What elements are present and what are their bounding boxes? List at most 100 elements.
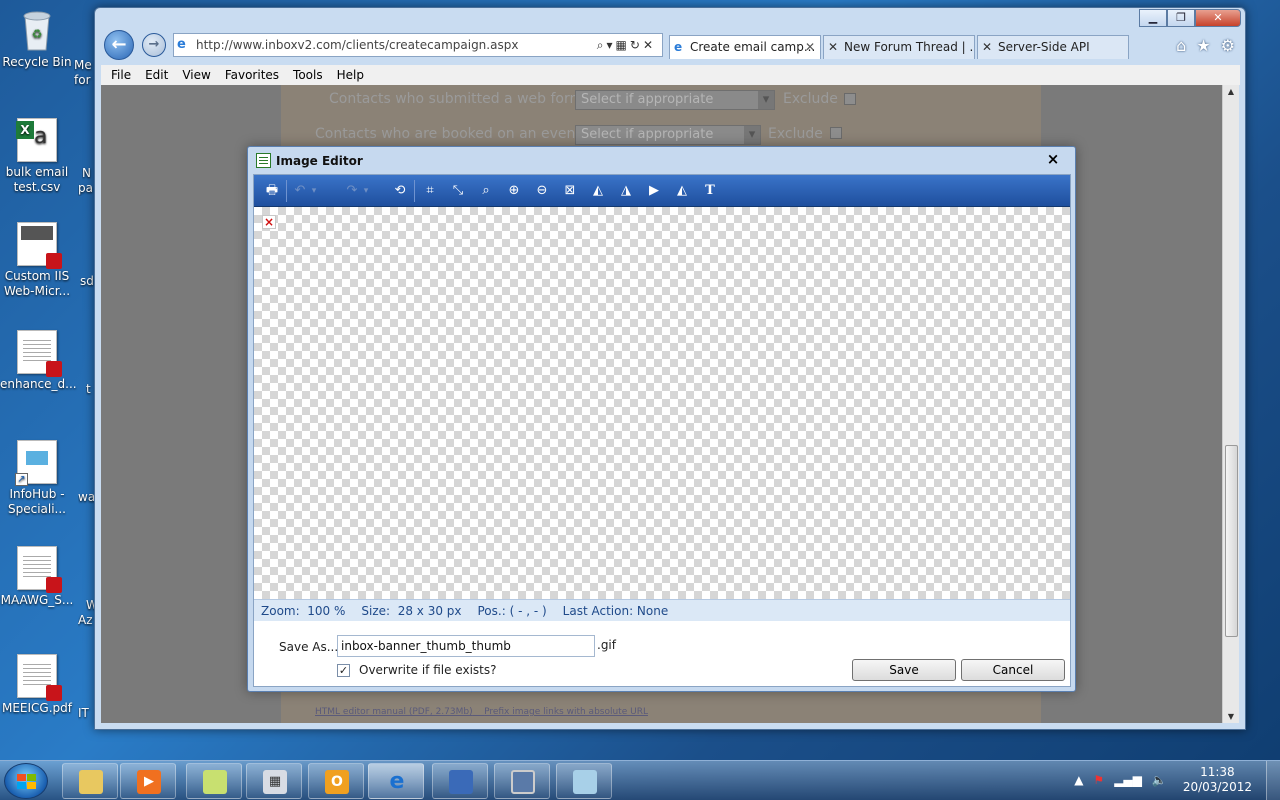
desktop-icon-label: bulk email test.csv	[5, 165, 69, 194]
cancel-button[interactable]: Cancel	[961, 659, 1065, 681]
save-as-label: Save As...	[279, 640, 339, 654]
flip-vertical-icon[interactable]: ◭	[672, 181, 692, 201]
menu-edit[interactable]: Edit	[145, 65, 168, 85]
desktop-icon-bulk-email-csv[interactable]: X a bulk email test.csv	[0, 118, 74, 195]
clock[interactable]: 11:38 20/03/2012	[1183, 765, 1252, 795]
exclude-web-form-checkbox[interactable]	[844, 93, 856, 105]
save-button[interactable]: Save	[852, 659, 956, 681]
redo-dropdown-icon: ▾	[363, 186, 369, 196]
scroll-up-arrow-icon[interactable]: ▲	[1223, 87, 1239, 96]
dropdown-icon[interactable]: ▾	[607, 38, 616, 52]
show-desktop-button[interactable]	[1266, 761, 1280, 800]
notes-icon	[203, 770, 227, 794]
ie-page-icon: e	[674, 40, 683, 54]
network-signal-icon[interactable]: ▂▄▆	[1114, 773, 1142, 787]
zoom-icon[interactable]: ⌕	[476, 181, 496, 201]
add-text-icon[interactable]: T	[700, 181, 720, 201]
tab-server-side-api[interactable]: ✕ Server-Side API	[977, 35, 1129, 59]
internet-explorer-icon: e	[389, 769, 405, 794]
desktop-icon-enhance[interactable]: enhance_d...	[0, 330, 77, 392]
search-icon[interactable]: ⌕	[597, 38, 607, 52]
menu-help[interactable]: Help	[337, 65, 364, 85]
desktop-icon-infohub[interactable]: ↗ InfoHub - Speciali...	[0, 440, 74, 517]
compat-view-icon[interactable]: ▦	[616, 38, 630, 52]
rotate-right-icon[interactable]: ◭	[588, 181, 608, 201]
rotate-left-icon[interactable]: ◮	[616, 181, 636, 201]
taskbar-outlook[interactable]: O	[308, 763, 364, 799]
taskbar-remote-desktop[interactable]	[432, 763, 488, 799]
shortcut-file-icon: ↗	[15, 440, 57, 486]
close-window-button[interactable]: ✕	[1195, 9, 1241, 27]
desktop-icon-custom-iis[interactable]: Custom IIS Web-Micr...	[0, 222, 74, 299]
scrollbar-thumb[interactable]	[1225, 445, 1238, 637]
taskbar-explorer[interactable]	[62, 763, 118, 799]
menu-view[interactable]: View	[182, 65, 210, 85]
show-hidden-icons-icon[interactable]: ▲	[1074, 773, 1083, 787]
overwrite-checkbox[interactable]: ✓	[337, 664, 350, 677]
address-bar[interactable]: e http://www.inboxv2.com/clients/createc…	[173, 33, 663, 57]
exclude-event-checkbox[interactable]	[830, 127, 842, 139]
form-label-event: Contacts who are booked on an event:	[315, 126, 586, 142]
favorites-star-icon[interactable]: ★	[1196, 36, 1210, 55]
vertical-scrollbar[interactable]: ▲ ▼	[1222, 85, 1239, 723]
position-status: Pos.: ( - , - )	[477, 604, 547, 618]
resize-icon[interactable]: ⤡	[448, 181, 468, 201]
excel-file-icon: X a	[16, 118, 57, 162]
exclude-label: Exclude	[783, 91, 838, 107]
zoom-in-icon[interactable]: ⊕	[504, 181, 524, 201]
gear-icon[interactable]: ⚙	[1221, 36, 1235, 55]
print-icon[interactable]: 🖶	[262, 181, 282, 201]
prefix-image-links-link[interactable]: Prefix image links with absolute URL	[484, 707, 648, 717]
filename-input[interactable]: inbox-banner_thumb_thumb	[337, 635, 595, 657]
fit-to-size-icon[interactable]: ⊠	[560, 181, 580, 201]
desktop-icon-meeicg[interactable]: MEEICG.pdf	[0, 654, 74, 716]
calculator-icon: ▦	[263, 770, 287, 794]
zoom-out-icon[interactable]: ⊖	[532, 181, 552, 201]
forward-arrow-icon: →	[148, 37, 160, 52]
menu-tools[interactable]: Tools	[293, 65, 323, 85]
stop-icon[interactable]: ✕	[643, 38, 656, 52]
taskbar-sticky-notes[interactable]	[186, 763, 242, 799]
desktop-icon-maawg[interactable]: MAAWG_S...	[0, 546, 74, 608]
file-extension: .gif	[597, 638, 616, 652]
tab-new-forum-thread[interactable]: ✕ New Forum Thread | ...	[823, 35, 975, 59]
desktop-icon-label-partial: Me	[74, 58, 92, 72]
menu-favorites[interactable]: Favorites	[225, 65, 279, 85]
close-tab-icon[interactable]: ✕	[805, 36, 815, 58]
crop-icon[interactable]: ⌗	[420, 181, 440, 201]
desktop-icon-recycle-bin[interactable]: ♻ Recycle Bin	[0, 8, 74, 70]
maximize-button[interactable]: ❐	[1167, 9, 1195, 27]
tab-title: Server-Side API	[998, 40, 1090, 54]
refresh-icon[interactable]: ↻	[630, 38, 643, 52]
start-button[interactable]	[4, 763, 48, 799]
image-canvas[interactable]: ×	[254, 207, 1070, 599]
pdf-file-icon	[17, 330, 62, 377]
minimize-button[interactable]: ▁	[1139, 9, 1167, 27]
forward-button[interactable]: →	[142, 33, 166, 57]
taskbar-calculator[interactable]: ▦	[246, 763, 302, 799]
scroll-down-arrow-icon[interactable]: ▼	[1223, 712, 1239, 721]
back-button[interactable]: ←	[104, 30, 134, 60]
monitor-icon	[511, 770, 535, 794]
taskbar-virtual-pc[interactable]	[494, 763, 550, 799]
taskbar-internet-explorer[interactable]: e	[368, 763, 424, 799]
undo-dropdown-icon: ▾	[311, 186, 317, 196]
reset-icon[interactable]: ⟲	[390, 181, 410, 201]
tab-create-email-campaign[interactable]: e Create email camp... ✕	[669, 35, 821, 59]
html-editor-manual-link[interactable]: HTML editor manual (PDF, 2.73Mb)	[315, 707, 473, 717]
dialog-close-button[interactable]: ×	[1045, 150, 1061, 168]
desktop-icon-label: Custom IIS Web-Micr...	[3, 269, 71, 298]
web-form-select[interactable]: Select if appropriate	[575, 90, 775, 110]
flip-horizontal-icon[interactable]: ▶	[644, 181, 664, 201]
taskbar-media-player[interactable]: ▶	[120, 763, 176, 799]
event-select[interactable]: Select if appropriate	[575, 125, 761, 145]
image-editor-icon	[256, 153, 271, 168]
taskbar-document[interactable]	[556, 763, 612, 799]
home-icon[interactable]: ⌂	[1176, 36, 1186, 55]
zoom-status: Zoom: 100 %	[261, 604, 346, 618]
desktop-icon-label: MAAWG_S...	[0, 593, 74, 607]
clock-date: 20/03/2012	[1182, 780, 1252, 794]
menu-file[interactable]: File	[111, 65, 131, 85]
action-center-flag-icon[interactable]: ⚑	[1093, 773, 1104, 787]
volume-icon[interactable]: 🔈	[1152, 773, 1167, 787]
